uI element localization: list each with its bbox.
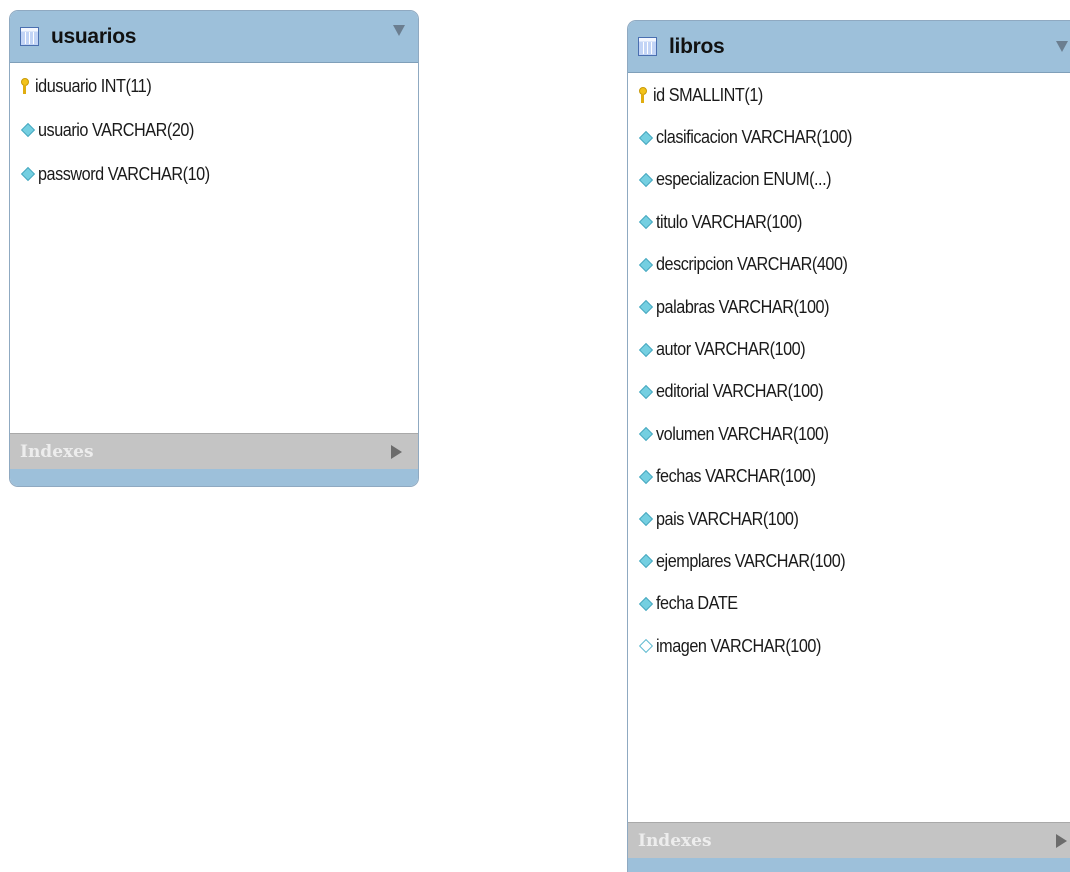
- column-diamond-icon: [638, 300, 654, 315]
- column-label: fecha DATE: [656, 593, 738, 614]
- column-row[interactable]: clasificacion VARCHAR(100): [628, 116, 1070, 158]
- column-diamond-icon: [638, 512, 654, 527]
- column-label: pais VARCHAR(100): [656, 508, 799, 529]
- expand-arrow-icon[interactable]: [391, 445, 402, 459]
- column-row[interactable]: fecha DATE: [628, 583, 1070, 625]
- column-row[interactable]: descripcion VARCHAR(400): [628, 244, 1070, 286]
- column-label: autor VARCHAR(100): [656, 339, 806, 360]
- entity-title: usuarios: [51, 24, 137, 48]
- column-diamond-icon: [638, 427, 654, 442]
- indexes-label: Indexes: [638, 830, 712, 851]
- column-diamond-icon: [638, 215, 654, 230]
- column-label: password VARCHAR(10): [38, 163, 210, 184]
- indexes-label: Indexes: [20, 441, 94, 462]
- column-row[interactable]: ejemplares VARCHAR(100): [628, 540, 1070, 582]
- column-row[interactable]: fechas VARCHAR(100): [628, 456, 1070, 498]
- column-label: fechas VARCHAR(100): [656, 466, 816, 487]
- column-diamond-icon: [638, 596, 654, 611]
- primary-key-icon: [20, 77, 30, 95]
- column-row[interactable]: password VARCHAR(10): [10, 152, 418, 196]
- column-row[interactable]: usuario VARCHAR(20): [10, 108, 418, 152]
- column-diamond-icon: [638, 554, 654, 569]
- expand-arrow-icon[interactable]: [1056, 834, 1067, 848]
- entity-title: libros: [669, 34, 725, 58]
- entity-libros[interactable]: libros id SMALLINT(1) clasificacion VARC…: [627, 20, 1070, 872]
- collapse-arrow-icon[interactable]: [393, 25, 405, 36]
- column-diamond-icon: [638, 130, 654, 145]
- column-row[interactable]: idusuario INT(11): [10, 64, 418, 108]
- column-label: imagen VARCHAR(100): [656, 635, 821, 656]
- column-label: palabras VARCHAR(100): [656, 296, 830, 317]
- column-row[interactable]: imagen VARCHAR(100): [628, 625, 1070, 667]
- table-icon: [20, 27, 39, 46]
- column-label: editorial VARCHAR(100): [656, 381, 824, 402]
- column-diamond-icon: [638, 342, 654, 357]
- entity-usuarios[interactable]: usuarios idusuario INT(11) usuario VARCH…: [9, 10, 419, 487]
- column-label: clasificacion VARCHAR(100): [656, 127, 852, 148]
- primary-key-icon: [638, 86, 648, 104]
- entity-footer: [628, 858, 1070, 872]
- column-row[interactable]: especializacion ENUM(...): [628, 159, 1070, 201]
- column-diamond-icon: [638, 469, 654, 484]
- indexes-section[interactable]: Indexes: [10, 433, 418, 469]
- entity-header[interactable]: usuarios: [10, 11, 418, 63]
- table-icon: [638, 37, 657, 56]
- column-diamond-icon: [638, 257, 654, 272]
- column-label: especializacion ENUM(...): [656, 169, 832, 190]
- column-label: id SMALLINT(1): [653, 84, 763, 105]
- column-diamond-icon: [638, 384, 654, 399]
- column-label: idusuario INT(11): [35, 75, 152, 96]
- column-list: id SMALLINT(1) clasificacion VARCHAR(100…: [628, 74, 1070, 667]
- column-row[interactable]: pais VARCHAR(100): [628, 498, 1070, 540]
- column-diamond-icon: [20, 166, 36, 182]
- entity-footer: [10, 469, 418, 486]
- column-row[interactable]: autor VARCHAR(100): [628, 328, 1070, 370]
- column-row[interactable]: volumen VARCHAR(100): [628, 413, 1070, 455]
- column-label: volumen VARCHAR(100): [656, 423, 829, 444]
- column-row[interactable]: titulo VARCHAR(100): [628, 201, 1070, 243]
- column-label: descripcion VARCHAR(400): [656, 254, 848, 275]
- column-label: titulo VARCHAR(100): [656, 211, 803, 232]
- column-label: ejemplares VARCHAR(100): [656, 550, 846, 571]
- column-list: idusuario INT(11) usuario VARCHAR(20) pa…: [10, 64, 418, 196]
- column-row[interactable]: palabras VARCHAR(100): [628, 286, 1070, 328]
- column-row[interactable]: editorial VARCHAR(100): [628, 371, 1070, 413]
- column-diamond-icon: [20, 122, 36, 138]
- nullable-column-diamond-icon: [638, 639, 654, 654]
- collapse-arrow-icon[interactable]: [1056, 41, 1068, 52]
- column-label: usuario VARCHAR(20): [38, 119, 194, 140]
- column-diamond-icon: [638, 172, 654, 188]
- entity-header[interactable]: libros: [628, 21, 1070, 73]
- column-row[interactable]: id SMALLINT(1): [628, 74, 1070, 116]
- indexes-section[interactable]: Indexes: [628, 822, 1070, 858]
